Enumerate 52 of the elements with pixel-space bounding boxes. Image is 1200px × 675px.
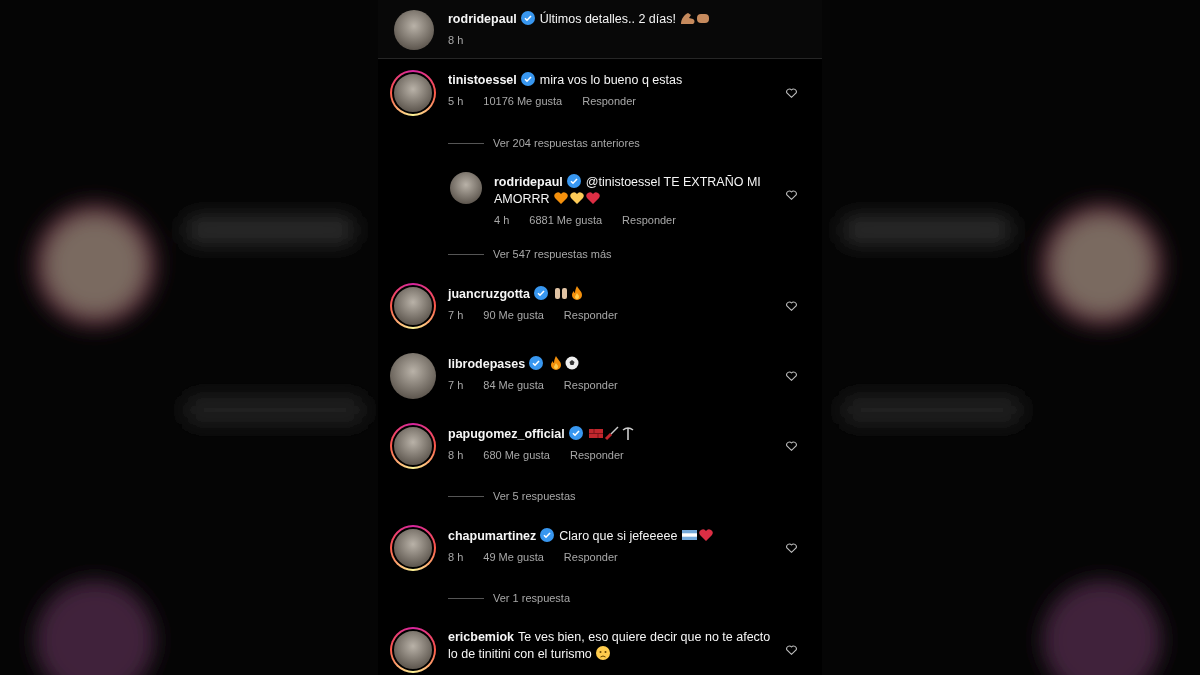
username-link[interactable]: ericbemiok	[448, 630, 514, 644]
username-link[interactable]: chapumartinez	[448, 529, 537, 543]
reply-link[interactable]: Responder	[622, 213, 676, 227]
arm-icon	[679, 10, 696, 26]
reply-link[interactable]: Responder	[563, 308, 618, 322]
comment-text: rodridepaul Últimos detalles.. 2 días!	[448, 10, 806, 27]
username-link[interactable]: papugomez_official	[448, 427, 565, 441]
like-heart-icon[interactable]	[785, 299, 798, 311]
reply-link[interactable]: Responder	[582, 94, 636, 108]
view-replies-link[interactable]: Ver 204 respuestas anteriores	[493, 136, 640, 150]
timestamp: 7 h	[448, 308, 464, 322]
like-heart-icon[interactable]	[785, 188, 798, 200]
comment-text: chapumartinez Claro que si jefeeeee	[448, 527, 773, 544]
timestamp: 8 h	[448, 33, 464, 47]
view-replies-link[interactable]: Ver 5 respuestas	[493, 489, 576, 503]
likes-count[interactable]: 680 Me gusta	[483, 448, 550, 462]
like-heart-icon[interactable]	[785, 86, 798, 98]
like-heart-icon[interactable]	[785, 541, 798, 553]
likes-count[interactable]: 49 Me gusta	[483, 550, 544, 564]
avatar[interactable]	[390, 353, 436, 399]
username-link[interactable]: rodridepaul	[448, 12, 517, 26]
timestamp: 4 h	[494, 213, 510, 227]
likes-count[interactable]: 90 Me gusta	[483, 308, 544, 322]
reply-link[interactable]: Responder	[569, 448, 624, 462]
avatar[interactable]	[394, 10, 434, 50]
reply-link[interactable]: Responder	[563, 378, 618, 392]
likes-count[interactable]: 84 Me gusta	[483, 378, 544, 392]
username-link[interactable]: tinistoessel	[448, 73, 517, 87]
comment-text: ericbemiok Te ves bien, eso quiere decir que no te afecto lo de tinitini con el turismo	[448, 629, 772, 662]
like-heart-icon[interactable]	[785, 369, 798, 381]
likes-count[interactable]: 6881 Me gusta	[529, 213, 603, 227]
view-replies-link[interactable]: Ver 1 respuesta	[493, 591, 571, 605]
view-replies-link[interactable]: Ver 547 respuestas más	[493, 247, 612, 261]
username-link[interactable]: juancruzgotta	[448, 287, 530, 301]
timestamp: 5 h	[448, 94, 464, 108]
timestamp: 8 h	[448, 550, 464, 564]
comment-text: rodridepaul @tinistoessel TE EXTRAÑO MI AMORRR	[494, 174, 762, 207]
reply-link[interactable]: Responder	[563, 550, 618, 564]
avatar[interactable]	[450, 172, 482, 204]
hands-icon	[552, 285, 569, 301]
username-link[interactable]: librodepases	[448, 357, 526, 371]
timestamp: 8 h	[448, 448, 464, 462]
like-heart-icon[interactable]	[785, 439, 798, 451]
likes-count[interactable]: 10176 Me gusta	[483, 94, 563, 108]
flag-icon	[680, 527, 698, 543]
comment-text: tinistoessel mira vos lo bueno q estas	[448, 72, 684, 88]
ball-icon	[564, 355, 581, 371]
timestamp: 7 h	[448, 378, 464, 392]
face-icon	[595, 645, 612, 661]
screwdriver-icon	[603, 425, 620, 441]
like-heart-icon[interactable]	[785, 643, 798, 655]
username-link[interactable]: rodridepaul	[494, 175, 563, 189]
